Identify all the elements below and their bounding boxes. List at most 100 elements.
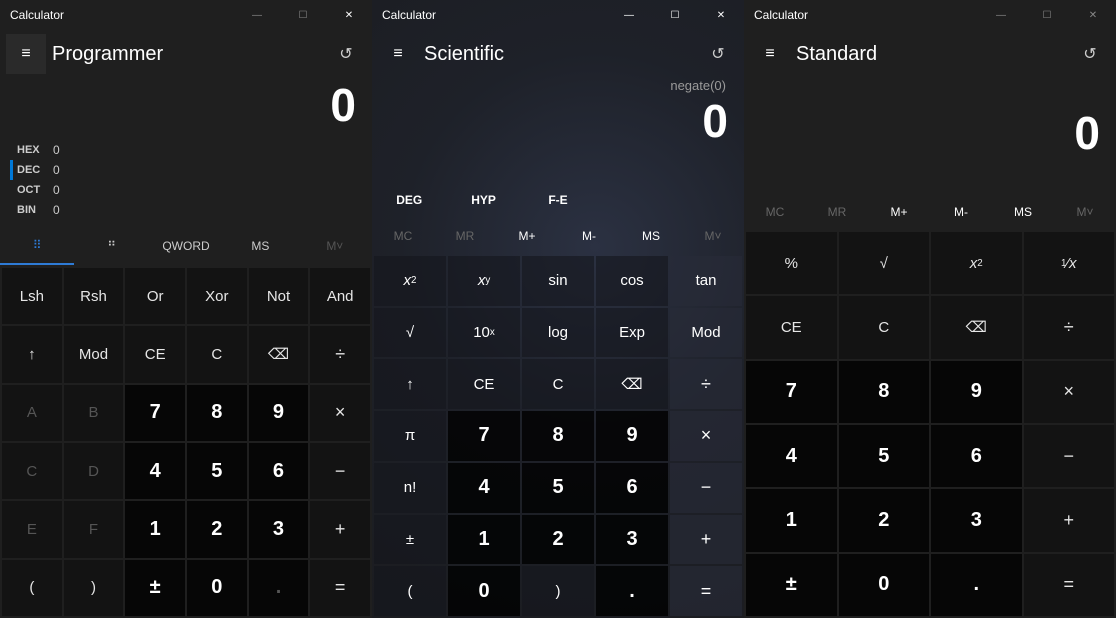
xor-button[interactable]: Xor (187, 268, 247, 324)
mminus-button[interactable]: M- (930, 194, 992, 230)
log-button[interactable]: log (522, 308, 594, 358)
word-size-button[interactable]: QWORD (149, 226, 223, 265)
multiply-button[interactable]: × (310, 385, 370, 441)
tan-button[interactable]: tan (670, 256, 742, 306)
not-button[interactable]: Not (249, 268, 309, 324)
negate-button[interactable]: ± (746, 554, 837, 616)
mc-button[interactable]: MC (372, 218, 434, 254)
maximize-button[interactable]: ☐ (1024, 0, 1070, 30)
hex-f-button[interactable]: F (64, 501, 124, 557)
ten-pow-x-button[interactable]: 10x (448, 308, 520, 358)
ms-button[interactable]: MS (992, 194, 1054, 230)
ce-button[interactable]: CE (125, 326, 185, 382)
minimize-button[interactable]: — (978, 0, 1024, 30)
close-button[interactable]: ✕ (698, 0, 744, 30)
decimal-button[interactable]: . (931, 554, 1022, 616)
c-button[interactable]: C (522, 359, 594, 409)
plus-button[interactable]: + (1024, 489, 1115, 551)
equals-button[interactable]: = (670, 566, 742, 616)
mod-button[interactable]: Mod (670, 308, 742, 358)
close-button[interactable]: ✕ (1070, 0, 1116, 30)
sqrt-button[interactable]: √ (374, 308, 446, 358)
num-9-button[interactable]: 9 (596, 411, 668, 461)
up-arrow-button[interactable]: ↑ (2, 326, 62, 382)
num-1-button[interactable]: 1 (746, 489, 837, 551)
negate-button[interactable]: ± (374, 515, 446, 565)
pi-button[interactable]: π (374, 411, 446, 461)
mdrop-button[interactable]: M˅ (1054, 194, 1116, 230)
minus-button[interactable]: − (310, 443, 370, 499)
hamburger-icon[interactable]: ≡ (6, 34, 46, 74)
c-button[interactable]: C (187, 326, 247, 382)
divide-button[interactable]: ÷ (310, 326, 370, 382)
num-5-button[interactable]: 5 (187, 443, 247, 499)
cos-button[interactable]: cos (596, 256, 668, 306)
percent-button[interactable]: % (746, 232, 837, 294)
mplus-button[interactable]: M+ (496, 218, 558, 254)
x-pow-y-button[interactable]: xy (448, 256, 520, 306)
negate-button[interactable]: ± (125, 560, 185, 616)
backspace-button[interactable]: ⌫ (249, 326, 309, 382)
plus-button[interactable]: + (310, 501, 370, 557)
num-4-button[interactable]: 4 (746, 425, 837, 487)
num-6-button[interactable]: 6 (249, 443, 309, 499)
close-button[interactable]: ✕ (326, 0, 372, 30)
deg-button[interactable]: DEG (372, 182, 446, 218)
open-paren-button[interactable]: ( (2, 560, 62, 616)
mplus-button[interactable]: M+ (868, 194, 930, 230)
mc-button[interactable]: MC (744, 194, 806, 230)
num-3-button[interactable]: 3 (596, 515, 668, 565)
ce-button[interactable]: CE (746, 296, 837, 358)
num-8-button[interactable]: 8 (839, 361, 930, 423)
and-button[interactable]: And (310, 268, 370, 324)
mminus-button[interactable]: M- (558, 218, 620, 254)
num-0-button[interactable]: 0 (448, 566, 520, 616)
sin-button[interactable]: sin (522, 256, 594, 306)
hex-c-button[interactable]: C (2, 443, 62, 499)
num-8-button[interactable]: 8 (187, 385, 247, 441)
radix-bin[interactable]: BIN0 (10, 200, 372, 220)
minus-button[interactable]: − (1024, 425, 1115, 487)
num-6-button[interactable]: 6 (931, 425, 1022, 487)
minimize-button[interactable]: — (606, 0, 652, 30)
num-1-button[interactable]: 1 (448, 515, 520, 565)
sqrt-button[interactable]: √ (839, 232, 930, 294)
num-2-button[interactable]: 2 (839, 489, 930, 551)
close-paren-button[interactable]: ) (64, 560, 124, 616)
mdrop-button[interactable]: M˅ (682, 218, 744, 254)
bitfield-icon[interactable]: ⠿ (0, 226, 74, 265)
factorial-button[interactable]: n! (374, 463, 446, 513)
decimal-button[interactable]: . (596, 566, 668, 616)
divide-button[interactable]: ÷ (670, 359, 742, 409)
mr-button[interactable]: MR (806, 194, 868, 230)
minus-button[interactable]: − (670, 463, 742, 513)
num-6-button[interactable]: 6 (596, 463, 668, 513)
rsh-button[interactable]: Rsh (64, 268, 124, 324)
bit-toggle-icon[interactable]: ⠛ (74, 226, 148, 265)
c-button[interactable]: C (839, 296, 930, 358)
history-icon[interactable]: ↺ (698, 34, 738, 74)
num-4-button[interactable]: 4 (125, 443, 185, 499)
ms-button[interactable]: MS (223, 226, 297, 265)
close-paren-button[interactable]: ) (522, 566, 594, 616)
reciprocal-button[interactable]: 1⁄x (1024, 232, 1115, 294)
lsh-button[interactable]: Lsh (2, 268, 62, 324)
num-2-button[interactable]: 2 (187, 501, 247, 557)
mod-button[interactable]: Mod (64, 326, 124, 382)
radix-hex[interactable]: HEX0 (10, 140, 372, 160)
plus-button[interactable]: + (670, 515, 742, 565)
x-squared-button[interactable]: x2 (374, 256, 446, 306)
exp-button[interactable]: Exp (596, 308, 668, 358)
memory-dropdown[interactable]: M˅ (298, 226, 372, 265)
num-4-button[interactable]: 4 (448, 463, 520, 513)
multiply-button[interactable]: × (670, 411, 742, 461)
num-5-button[interactable]: 5 (522, 463, 594, 513)
x-squared-button[interactable]: x2 (931, 232, 1022, 294)
hex-d-button[interactable]: D (64, 443, 124, 499)
minimize-button[interactable]: — (234, 0, 280, 30)
decimal-button[interactable]: . (249, 560, 309, 616)
num-9-button[interactable]: 9 (249, 385, 309, 441)
radix-oct[interactable]: OCT0 (10, 180, 372, 200)
mr-button[interactable]: MR (434, 218, 496, 254)
or-button[interactable]: Or (125, 268, 185, 324)
